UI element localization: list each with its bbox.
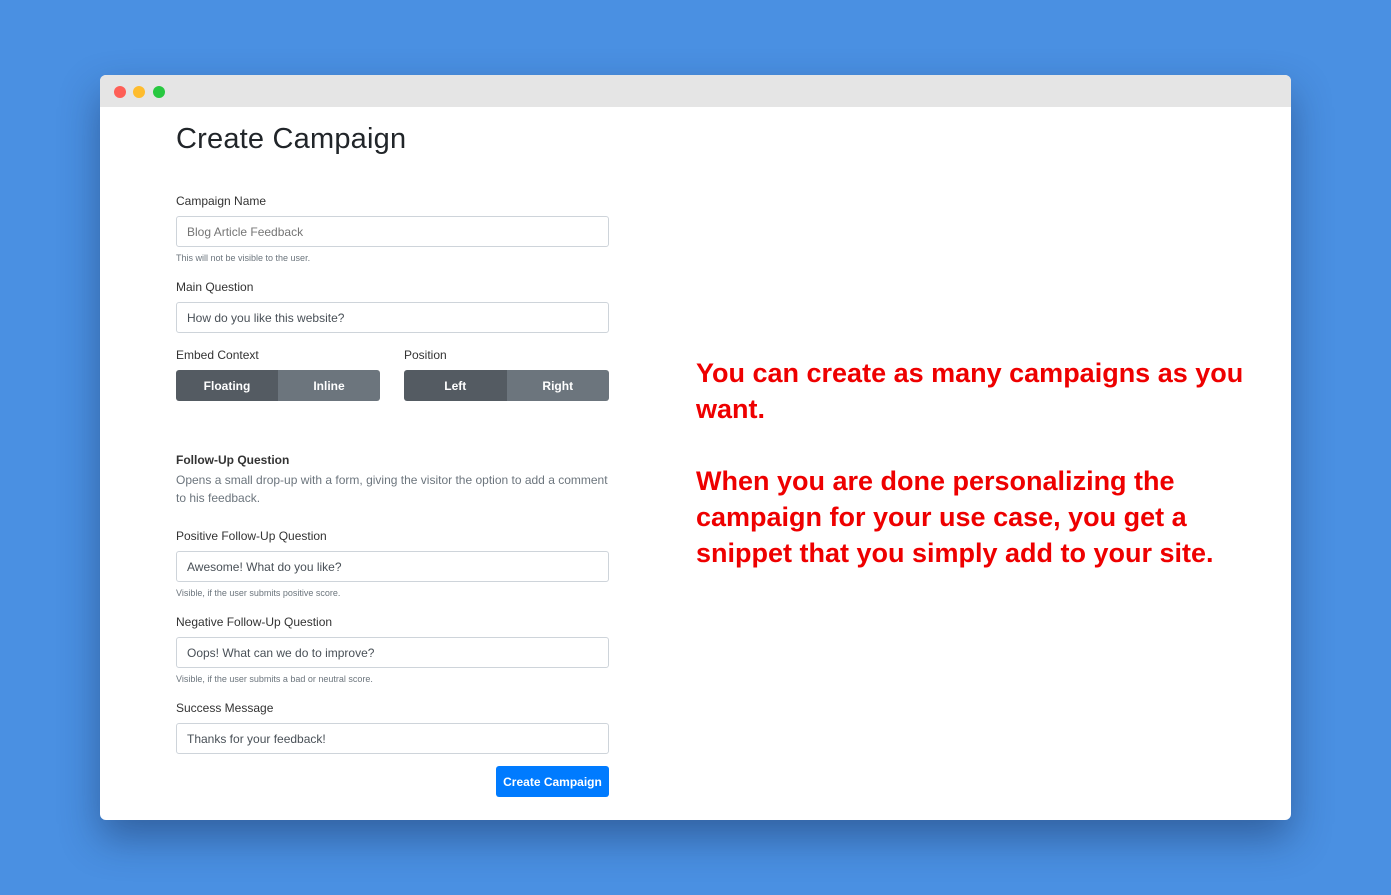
minimize-window-icon[interactable]	[133, 86, 145, 98]
success-message-label: Success Message	[176, 701, 274, 715]
campaign-name-help: This will not be visible to the user.	[176, 253, 311, 263]
follow-up-description: Opens a small drop-up with a form, givin…	[176, 473, 608, 505]
position-toggle: Left Right	[404, 370, 609, 401]
success-message-input[interactable]	[176, 723, 609, 754]
embed-floating-button[interactable]: Floating	[176, 370, 278, 401]
embed-inline-button[interactable]: Inline	[278, 370, 380, 401]
window-titlebar	[100, 75, 1291, 107]
close-window-icon[interactable]	[114, 86, 126, 98]
annotation-line-1: You can create as many campaigns as you …	[696, 358, 1244, 424]
negative-follow-up-help: Visible, if the user submits a bad or ne…	[176, 674, 373, 684]
position-left-button[interactable]: Left	[404, 370, 507, 401]
maximize-window-icon[interactable]	[153, 86, 165, 98]
negative-follow-up-label: Negative Follow-Up Question	[176, 615, 333, 629]
position-label: Position	[404, 348, 447, 362]
annotation-line-2: When you are done personalizing the camp…	[696, 466, 1214, 568]
campaign-name-input[interactable]	[176, 216, 609, 247]
embed-context-label: Embed Context	[176, 348, 259, 362]
page-title: Create Campaign	[176, 123, 407, 155]
negative-follow-up-input[interactable]	[176, 637, 609, 668]
campaign-name-label: Campaign Name	[176, 194, 267, 208]
embed-context-toggle: Floating Inline	[176, 370, 380, 401]
positive-follow-up-label: Positive Follow-Up Question	[176, 529, 327, 543]
create-campaign-button[interactable]: Create Campaign	[496, 766, 609, 797]
follow-up-heading: Follow-Up Question	[176, 453, 290, 467]
positive-follow-up-help: Visible, if the user submits positive sc…	[176, 588, 341, 598]
positive-follow-up-input[interactable]	[176, 551, 609, 582]
app-window: Create Campaign Campaign Name This will …	[100, 75, 1291, 820]
main-question-label: Main Question	[176, 280, 254, 294]
position-right-button[interactable]: Right	[506, 370, 609, 401]
main-question-input[interactable]	[176, 302, 609, 333]
